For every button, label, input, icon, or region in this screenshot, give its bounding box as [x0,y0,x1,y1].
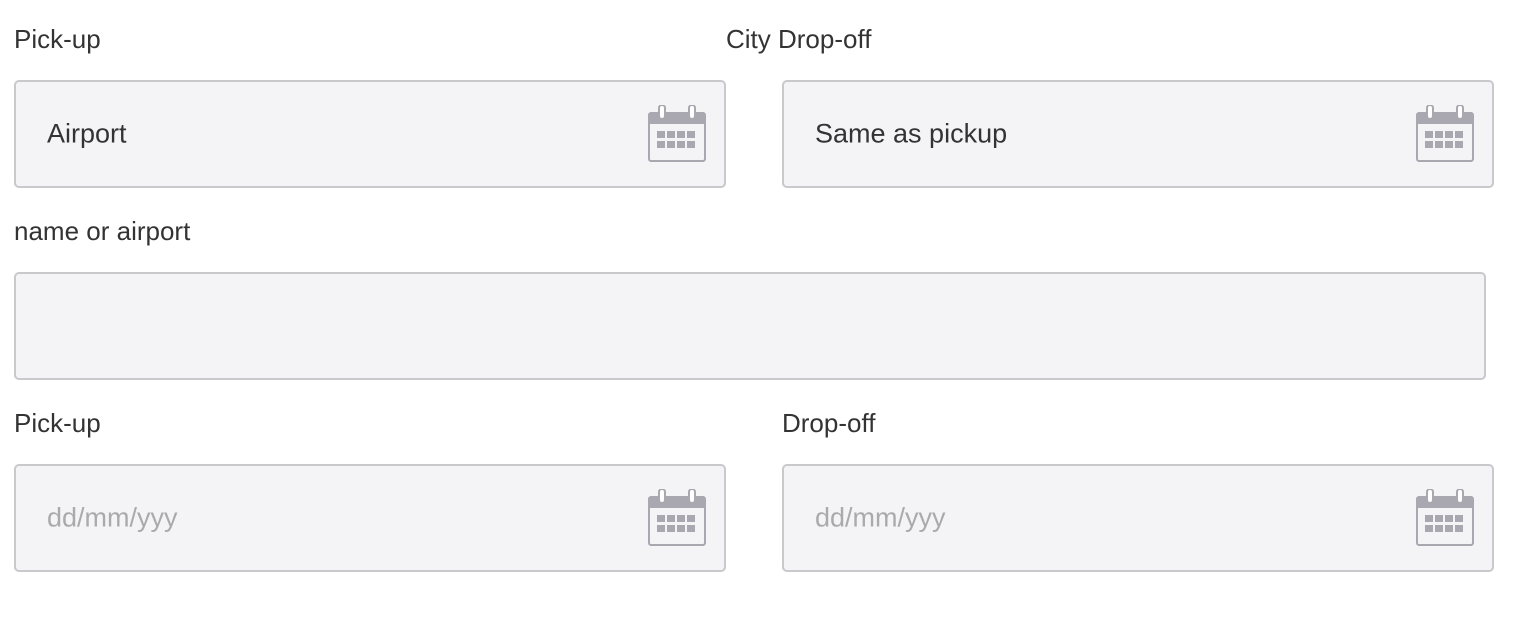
dropoff-location-select[interactable]: Same as pickup [782,80,1494,188]
rental-search-form: Pick-up City Drop-off Airport Same as pi… [0,0,1516,630]
calendar-icon[interactable] [648,105,706,163]
pickup-location-label: Pick-up [14,24,101,54]
pickup-location-value: Airport [47,118,127,149]
city-airport-input[interactable] [47,310,1394,342]
dropoff-date-input[interactable] [815,502,1402,534]
calendar-icon[interactable] [1416,489,1474,547]
calendar-icon[interactable] [1416,105,1474,163]
dropoff-location-label: City Drop-off [726,24,872,54]
pickup-location-select[interactable]: Airport [14,80,726,188]
pickup-date-input[interactable] [47,502,634,534]
dropoff-date-field[interactable] [782,464,1494,572]
city-airport-label: name or airport [14,216,191,246]
pickup-date-field[interactable] [14,464,726,572]
dropoff-location-value: Same as pickup [815,118,1008,149]
calendar-icon[interactable] [648,489,706,547]
dropoff-date-label: Drop-off [782,408,876,438]
pickup-date-label: Pick-up [14,408,101,438]
city-airport-field[interactable] [14,272,1486,380]
